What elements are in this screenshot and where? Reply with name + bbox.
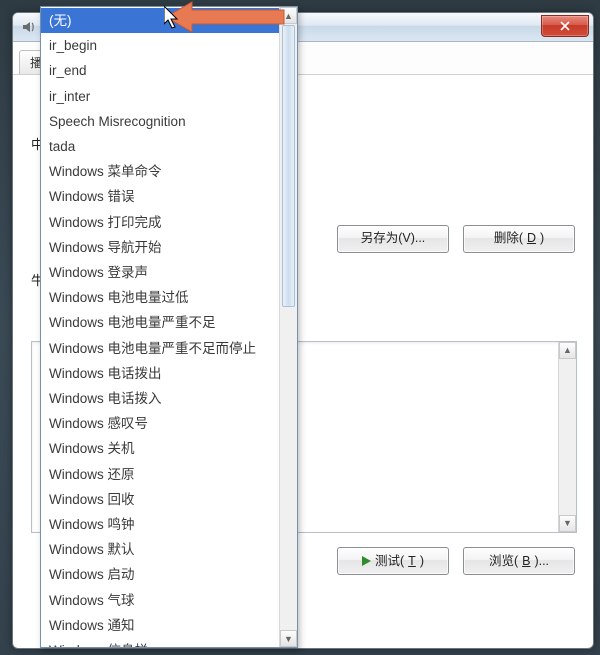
dropdown-item[interactable]: Windows 电池电量严重不足而停止 <box>41 336 280 361</box>
test-label-prefix: 测试( <box>375 552 404 571</box>
scroll-up-icon[interactable]: ▲ <box>280 7 297 24</box>
dropdown-item[interactable]: Windows 电话拨入 <box>41 386 280 411</box>
delete-label-key: D <box>527 229 536 248</box>
dropdown-item[interactable]: Windows 电池电量过低 <box>41 285 280 310</box>
delete-label-suffix: ) <box>540 229 544 248</box>
dropdown-scrollbar[interactable]: ▲ ▼ <box>279 7 297 647</box>
scroll-up-icon[interactable]: ▲ <box>559 342 576 359</box>
dropdown-items-viewport: (无)ir_beginir_endir_interSpeech Misrecog… <box>41 7 280 647</box>
listbox-scrollbar[interactable]: ▲ ▼ <box>558 342 576 532</box>
test-label-suffix: ) <box>420 552 424 571</box>
dropdown-item[interactable]: Windows 还原 <box>41 462 280 487</box>
delete-label-prefix: 删除( <box>494 229 523 248</box>
dropdown-item[interactable]: Speech Misrecognition <box>41 109 280 134</box>
close-button[interactable] <box>541 15 589 37</box>
browse-button[interactable]: 浏览(B)... <box>463 547 575 575</box>
dropdown-item[interactable]: Windows 鸣钟 <box>41 512 280 537</box>
browse-label-prefix: 浏览( <box>489 552 518 571</box>
sound-icon <box>21 19 37 35</box>
dropdown-item[interactable]: Windows 登录声 <box>41 260 280 285</box>
dropdown-item[interactable]: Windows 感叹号 <box>41 411 280 436</box>
scroll-down-icon[interactable]: ▼ <box>559 515 576 532</box>
dropdown-item[interactable]: Windows 信息栏 <box>41 638 280 647</box>
scroll-down-icon[interactable]: ▼ <box>280 630 297 647</box>
dropdown-item[interactable]: (无) <box>41 8 280 33</box>
browse-label-key: B <box>522 552 530 571</box>
save-as-button[interactable]: 另存为(V)... <box>337 225 449 253</box>
dropdown-item[interactable]: Windows 气球 <box>41 588 280 613</box>
dropdown-item[interactable]: Windows 通知 <box>41 613 280 638</box>
dropdown-item[interactable]: Windows 启动 <box>41 562 280 587</box>
dropdown-item[interactable]: Windows 导航开始 <box>41 235 280 260</box>
dropdown-item[interactable]: Windows 打印完成 <box>41 210 280 235</box>
dropdown-item[interactable]: Windows 回收 <box>41 487 280 512</box>
dropdown-item[interactable]: ir_inter <box>41 84 280 109</box>
test-button[interactable]: 测试(T) <box>337 547 449 575</box>
dropdown-item[interactable]: ir_begin <box>41 33 280 58</box>
sounds-dropdown-list[interactable]: (无)ir_beginir_endir_interSpeech Misrecog… <box>40 6 298 648</box>
test-label-key: T <box>408 552 416 571</box>
dropdown-item[interactable]: Windows 错误 <box>41 184 280 209</box>
dropdown-item[interactable]: Windows 电话拨出 <box>41 361 280 386</box>
dropdown-item[interactable]: tada <box>41 134 280 159</box>
dropdown-item[interactable]: Windows 关机 <box>41 436 280 461</box>
dropdown-item[interactable]: Windows 电池电量严重不足 <box>41 310 280 335</box>
browse-label-suffix: )... <box>534 552 549 571</box>
desktop-background: 声 播 中的一组声音。您可以选择现有方 另存为(V)... 删除(D) <box>0 0 600 655</box>
scroll-thumb[interactable] <box>282 25 295 307</box>
play-icon <box>362 556 371 566</box>
dropdown-item[interactable]: Windows 菜单命令 <box>41 159 280 184</box>
dropdown-item[interactable]: Windows 默认 <box>41 537 280 562</box>
dropdown-item[interactable]: ir_end <box>41 58 280 83</box>
save-as-label: 另存为(V)... <box>361 229 426 248</box>
delete-button[interactable]: 删除(D) <box>463 225 575 253</box>
